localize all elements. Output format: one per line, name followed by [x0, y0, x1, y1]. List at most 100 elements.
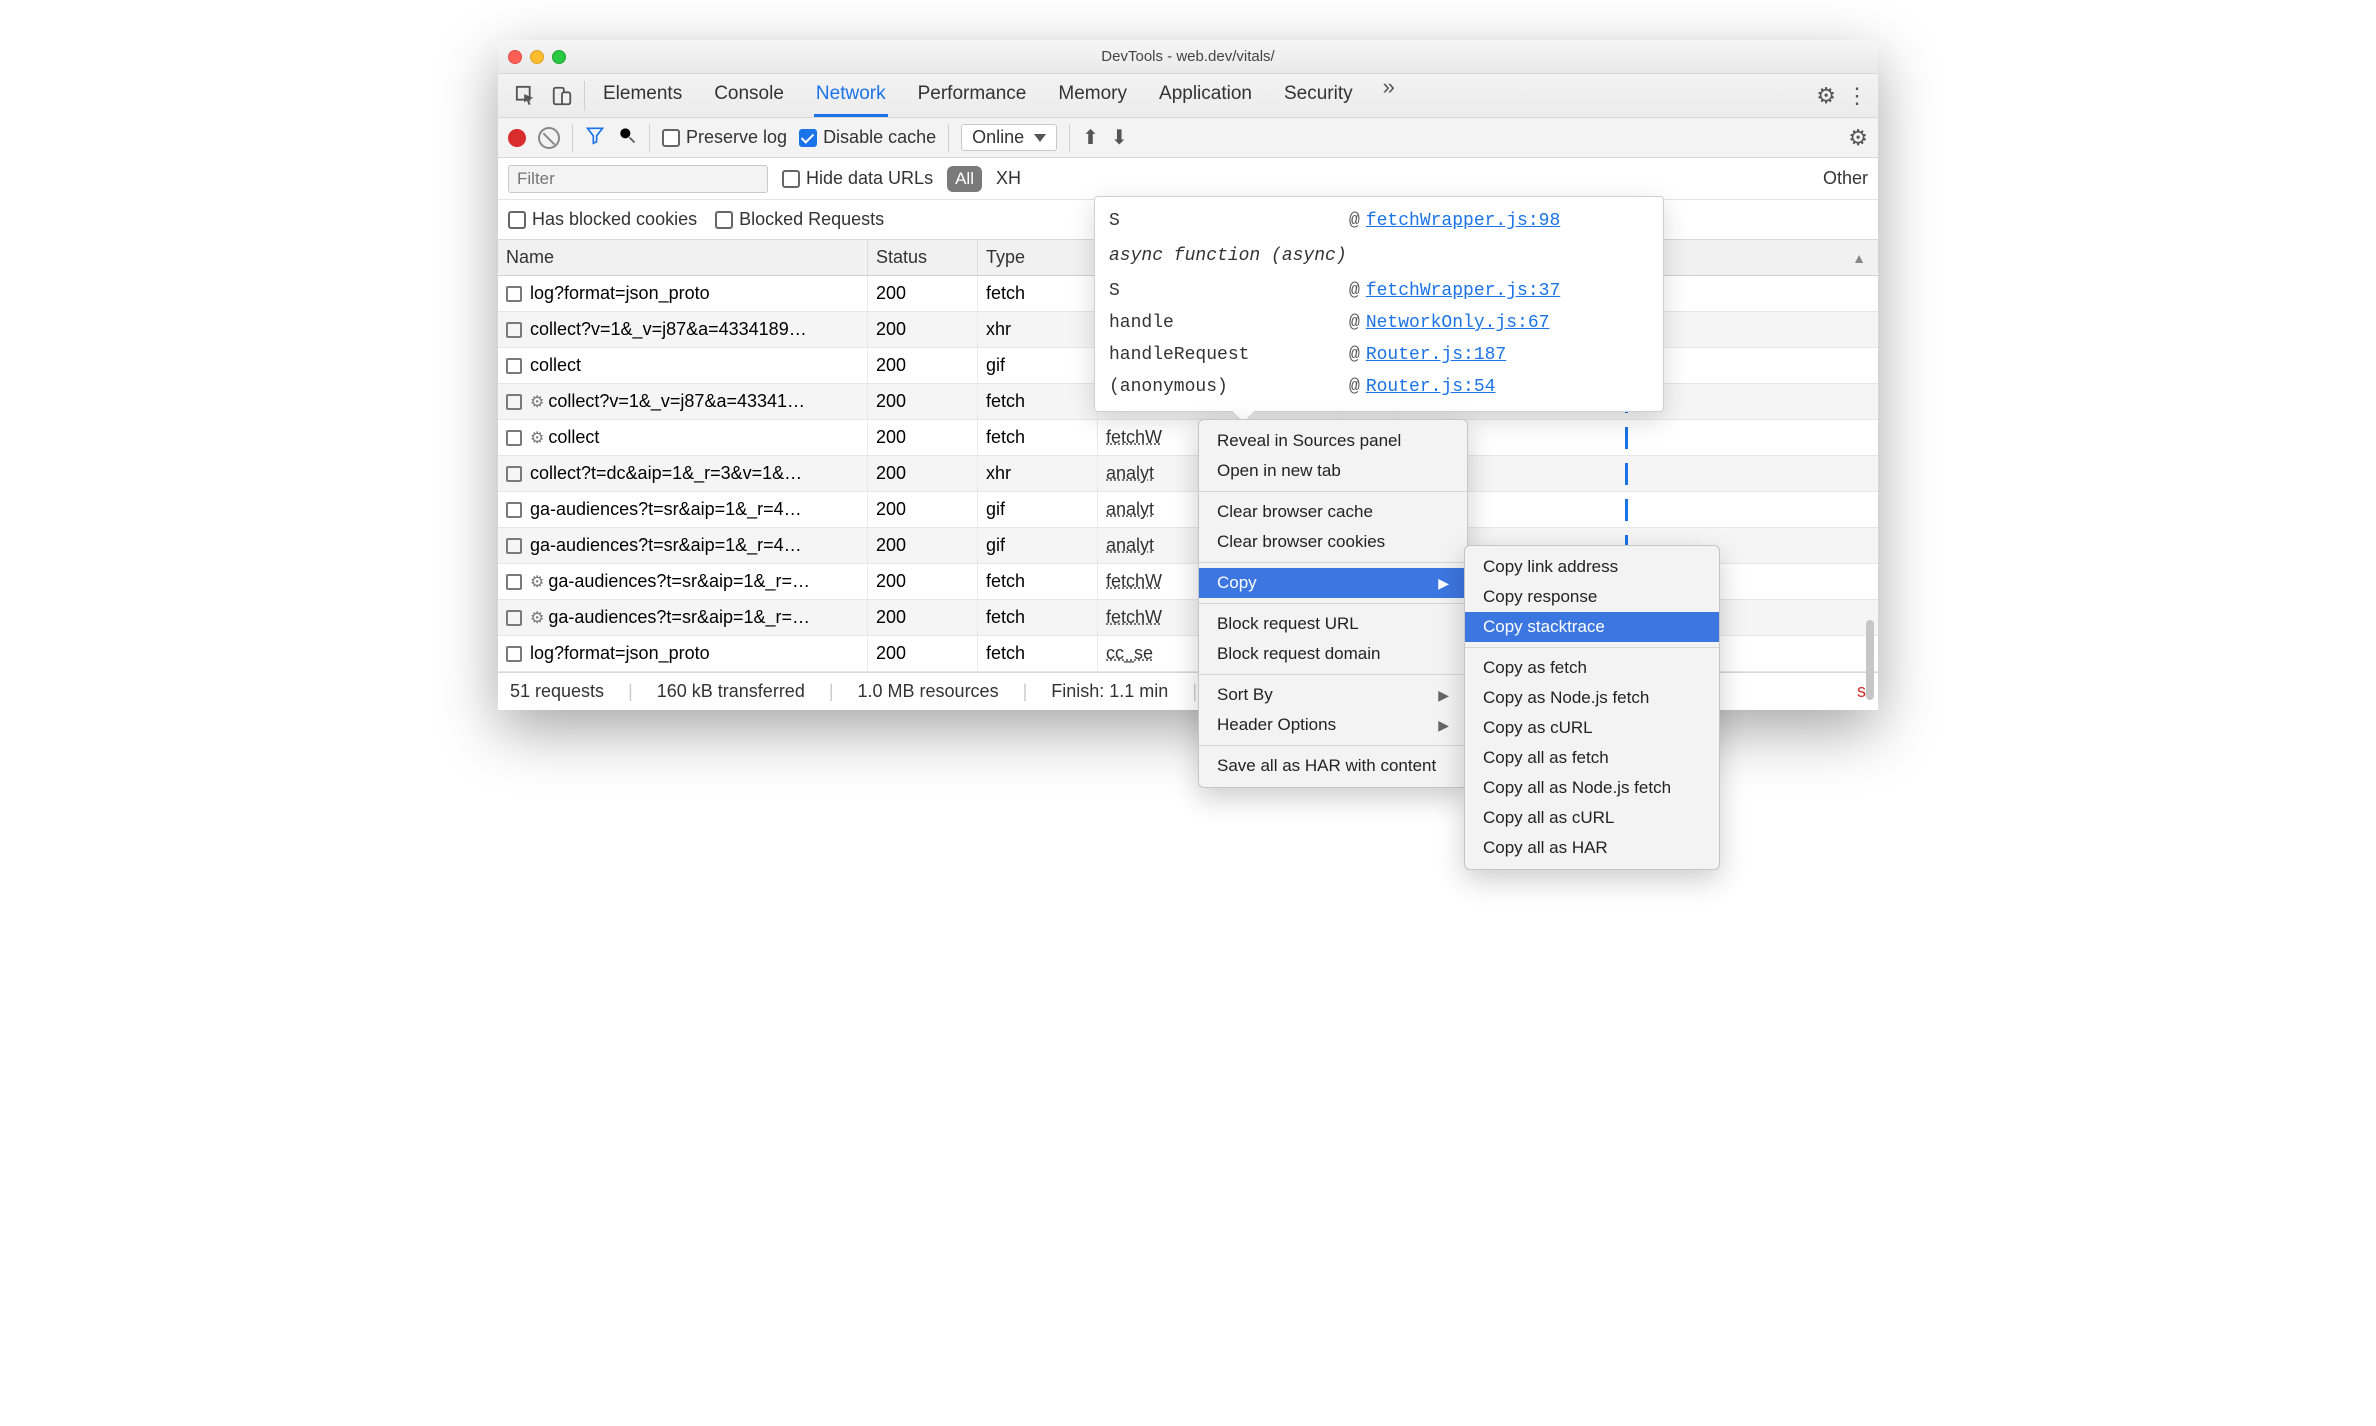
- tab-console[interactable]: Console: [712, 74, 786, 117]
- scrollbar-thumb[interactable]: [1866, 620, 1874, 700]
- stack-at: @: [1349, 345, 1360, 365]
- row-favicon-placeholder: [506, 574, 522, 590]
- row-favicon-placeholder: [506, 358, 522, 374]
- sub-copy-all-node[interactable]: Copy all as Node.js fetch: [1465, 773, 1719, 803]
- blocked-cookies-checkbox[interactable]: Has blocked cookies: [508, 209, 697, 230]
- cell-status: 200: [868, 456, 978, 491]
- device-toolbar-icon[interactable]: [544, 78, 580, 114]
- sub-copy-all-fetch[interactable]: Copy all as fetch: [1465, 743, 1719, 773]
- filter-chip-all[interactable]: All: [947, 166, 982, 192]
- settings-gear-icon[interactable]: ⚙: [1816, 83, 1836, 109]
- disable-cache-checkbox[interactable]: Disable cache: [799, 127, 936, 148]
- service-worker-cog-icon: ⚙: [530, 608, 544, 628]
- sub-copy-stacktrace[interactable]: Copy stacktrace: [1465, 612, 1719, 642]
- blocked-requests-checkbox[interactable]: Blocked Requests: [715, 209, 884, 230]
- kebab-menu-icon[interactable]: ⋮: [1846, 83, 1868, 109]
- stack-loc-link[interactable]: Router.js:54: [1366, 377, 1496, 397]
- row-favicon-placeholder: [506, 322, 522, 338]
- ctx-header-options-submenu[interactable]: Header Options▶: [1199, 710, 1467, 740]
- filter-input[interactable]: [508, 165, 768, 193]
- ctx-copy-submenu[interactable]: Copy▶: [1199, 568, 1467, 598]
- export-har-icon[interactable]: ⬇︎: [1111, 125, 1128, 150]
- table-row[interactable]: ga-audiences?t=sr&aip=1&_r=4… 200 gif an…: [498, 492, 1878, 528]
- hide-data-urls-label: Hide data URLs: [806, 168, 933, 189]
- sub-copy-link[interactable]: Copy link address: [1465, 552, 1719, 582]
- cell-initiator-link[interactable]: cc_se: [1106, 643, 1153, 664]
- tabs-overflow-icon[interactable]: »: [1383, 74, 1395, 117]
- ctx-block-url[interactable]: Block request URL: [1199, 609, 1467, 639]
- table-row[interactable]: ⚙collect 200 fetch fetchW 7 B 9…: [498, 420, 1878, 456]
- table-row[interactable]: collect?t=dc&aip=1&_r=3&v=1&… 200 xhr an…: [498, 456, 1878, 492]
- cell-status: 200: [868, 636, 978, 671]
- col-type[interactable]: Type: [978, 240, 1098, 275]
- ctx-clear-cache[interactable]: Clear browser cache: [1199, 497, 1467, 527]
- tab-network[interactable]: Network: [814, 74, 888, 117]
- sub-copy-all-har[interactable]: Copy all as HAR: [1465, 833, 1719, 863]
- cell-initiator-link[interactable]: fetchW: [1106, 427, 1162, 448]
- stack-fn: S: [1109, 211, 1349, 231]
- cell-initiator-link[interactable]: fetchW: [1106, 571, 1162, 592]
- sub-copy-response[interactable]: Copy response: [1465, 582, 1719, 612]
- sub-copy-node-fetch[interactable]: Copy as Node.js fetch: [1465, 683, 1719, 713]
- import-har-icon[interactable]: ⬆︎: [1082, 125, 1099, 150]
- ctx-clear-cookies[interactable]: Clear browser cookies: [1199, 527, 1467, 557]
- tab-memory[interactable]: Memory: [1056, 74, 1129, 117]
- cell-name: collect?t=dc&aip=1&_r=3&v=1&…: [530, 463, 802, 484]
- window-title: DevTools - web.dev/vitals/: [498, 48, 1878, 65]
- filter-toggle-icon[interactable]: [585, 125, 605, 150]
- sub-copy-all-curl[interactable]: Copy all as cURL: [1465, 803, 1719, 833]
- cell-initiator-link[interactable]: analyt: [1106, 499, 1154, 520]
- ctx-reveal-sources[interactable]: Reveal in Sources panel: [1199, 426, 1467, 456]
- row-favicon-placeholder: [506, 610, 522, 626]
- stack-fn: (anonymous): [1109, 377, 1349, 397]
- ctx-open-new-tab[interactable]: Open in new tab: [1199, 456, 1467, 486]
- sub-copy-curl[interactable]: Copy as cURL: [1465, 713, 1719, 743]
- stack-loc-link[interactable]: NetworkOnly.js:67: [1366, 313, 1550, 333]
- tab-elements[interactable]: Elements: [601, 74, 684, 117]
- row-favicon-placeholder: [506, 646, 522, 662]
- cell-initiator-link[interactable]: fetchW: [1106, 607, 1162, 628]
- cell-name: ga-audiences?t=sr&aip=1&_r=4…: [530, 499, 802, 520]
- cell-status: 200: [868, 492, 978, 527]
- hide-data-urls-checkbox[interactable]: Hide data URLs: [782, 168, 933, 189]
- cell-initiator-link[interactable]: analyt: [1106, 535, 1154, 556]
- initiator-stack-popover: S @ fetchWrapper.js:98 async function (a…: [1094, 196, 1664, 412]
- cell-type: gif: [978, 528, 1098, 563]
- filter-chip-xhr[interactable]: XH: [996, 168, 1021, 189]
- tab-application[interactable]: Application: [1157, 74, 1254, 117]
- throttling-select[interactable]: Online: [961, 124, 1057, 151]
- cell-name: collect: [548, 427, 599, 448]
- network-toolbar: Preserve log Disable cache Online ⬆︎ ⬇︎ …: [498, 118, 1878, 158]
- col-status[interactable]: Status: [868, 240, 978, 275]
- cell-initiator-link[interactable]: analyt: [1106, 463, 1154, 484]
- ctx-block-domain[interactable]: Block request domain: [1199, 639, 1467, 669]
- stack-loc-link[interactable]: fetchWrapper.js:98: [1366, 211, 1560, 231]
- sub-copy-fetch[interactable]: Copy as fetch: [1465, 653, 1719, 683]
- clear-log-icon[interactable]: [538, 127, 560, 149]
- copy-submenu: Copy link address Copy response Copy sta…: [1464, 545, 1720, 870]
- ctx-sort-by-submenu[interactable]: Sort By▶: [1199, 680, 1467, 710]
- cell-type: xhr: [978, 456, 1098, 491]
- stack-loc-link[interactable]: Router.js:187: [1366, 345, 1506, 365]
- tab-security[interactable]: Security: [1282, 74, 1355, 117]
- blocked-cookies-label: Has blocked cookies: [532, 209, 697, 230]
- filter-chip-other[interactable]: Other: [1823, 168, 1868, 189]
- col-name[interactable]: Name: [498, 240, 868, 275]
- tab-performance[interactable]: Performance: [916, 74, 1029, 117]
- status-finish: Finish: 1.1 min: [1051, 681, 1168, 702]
- cell-status: 200: [868, 348, 978, 383]
- cell-status: 200: [868, 528, 978, 563]
- search-icon[interactable]: [617, 125, 637, 150]
- preserve-log-label: Preserve log: [686, 127, 787, 148]
- record-button[interactable]: [508, 129, 526, 147]
- row-favicon-placeholder: [506, 286, 522, 302]
- panel-tabbar: Elements Console Network Performance Mem…: [498, 74, 1878, 118]
- preserve-log-checkbox[interactable]: Preserve log: [662, 127, 787, 148]
- stack-loc-link[interactable]: fetchWrapper.js:37: [1366, 281, 1560, 301]
- inspect-element-icon[interactable]: [508, 78, 544, 114]
- vertical-scrollbar[interactable]: [1866, 320, 1874, 650]
- network-settings-gear-icon[interactable]: ⚙: [1848, 125, 1868, 151]
- cell-type: fetch: [978, 636, 1098, 671]
- ctx-save-har[interactable]: Save all as HAR with content: [1199, 751, 1467, 781]
- throttling-value: Online: [972, 127, 1024, 148]
